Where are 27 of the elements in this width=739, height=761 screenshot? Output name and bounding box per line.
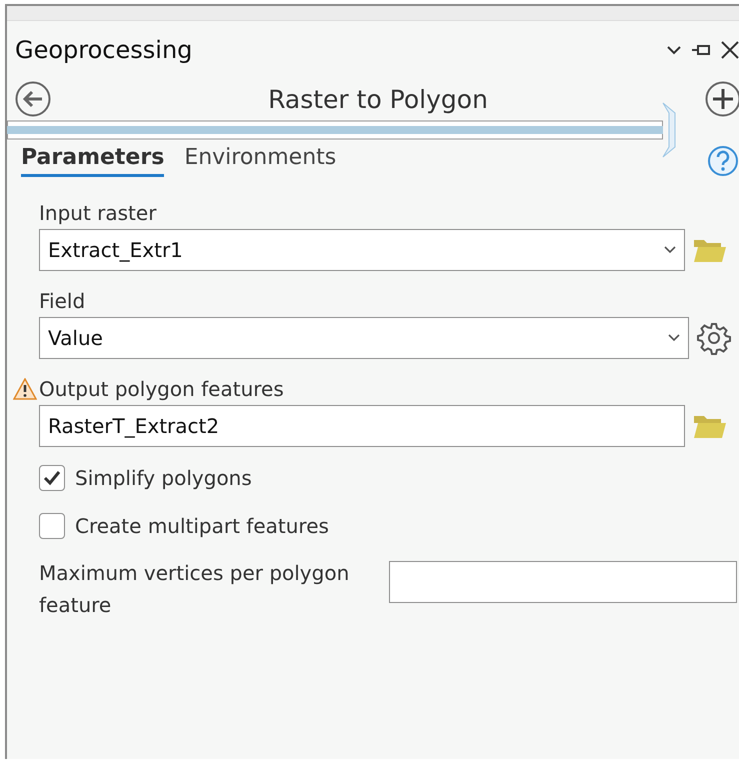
checkbox-label: Simplify polygons xyxy=(75,466,252,490)
panel-title: Geoprocessing xyxy=(15,36,194,64)
tab[interactable]: Environments xyxy=(184,145,336,177)
settings-icon[interactable] xyxy=(697,321,731,355)
checkbox[interactable] xyxy=(39,465,65,491)
checkbox[interactable] xyxy=(39,513,65,539)
pin-icon[interactable] xyxy=(691,43,711,57)
dropdown-caret-icon xyxy=(668,334,680,342)
checkbox-label: Create multipart features xyxy=(75,514,329,538)
parameter-label: Input raster xyxy=(39,201,156,225)
tab[interactable]: Parameters xyxy=(21,145,164,177)
checkmark-icon xyxy=(43,470,61,486)
input-field[interactable] xyxy=(389,561,737,603)
help-icon[interactable] xyxy=(707,145,739,177)
parameter-label: Maximum vertices per polygon feature xyxy=(39,560,350,619)
dropdown-field[interactable]: Value xyxy=(39,317,689,359)
close-icon[interactable] xyxy=(721,41,739,59)
tool-title: Raster to Polygon xyxy=(267,84,489,114)
warning-icon xyxy=(13,378,37,400)
parameter-label: Field xyxy=(39,289,86,313)
chevron-down-icon[interactable] xyxy=(667,45,681,55)
add-icon[interactable] xyxy=(705,81,739,117)
parameter-label: Output polygon features xyxy=(39,377,284,401)
dropdown-field[interactable]: Extract_Extr1 xyxy=(39,229,685,271)
chevron-icon xyxy=(662,101,676,159)
input-field[interactable]: RasterT_Extract2 xyxy=(39,405,685,447)
dropdown-caret-icon xyxy=(664,246,676,254)
